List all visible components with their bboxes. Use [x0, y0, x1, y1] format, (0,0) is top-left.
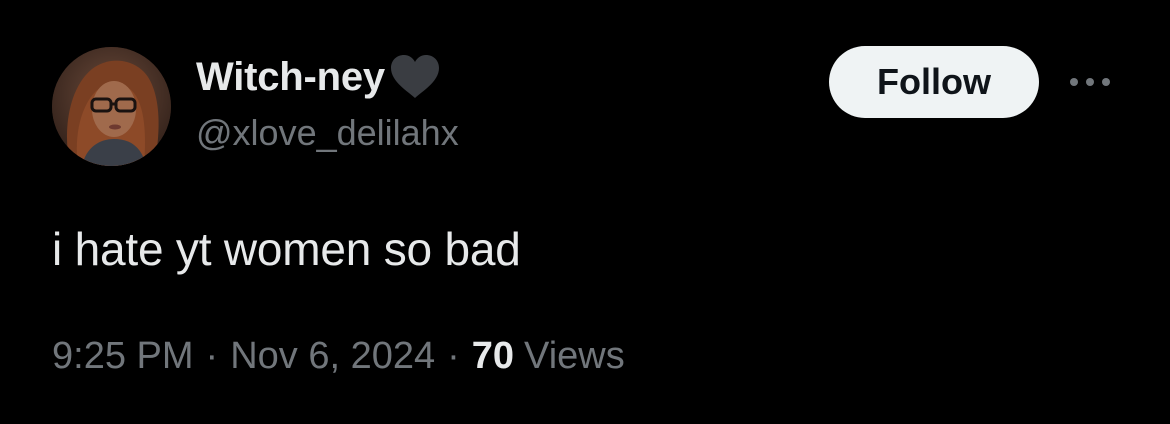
- more-options-button[interactable]: [1064, 66, 1116, 98]
- tweet-meta: 9:25 PM · Nov 6, 2024 · 70 Views: [52, 335, 625, 378]
- follow-button[interactable]: Follow: [829, 46, 1039, 118]
- tweet-date[interactable]: Nov 6, 2024: [230, 335, 435, 377]
- tweet-text: i hate yt women so bad: [52, 223, 521, 275]
- display-name-row[interactable]: Witch-ney: [196, 52, 459, 102]
- user-handle[interactable]: @xlove_delilahx: [196, 112, 459, 154]
- views-label: Views: [524, 335, 625, 377]
- views-count: 70: [471, 335, 515, 377]
- tweet-time[interactable]: 9:25 PM: [52, 335, 194, 377]
- avatar[interactable]: [52, 47, 171, 166]
- user-info: Witch-ney @xlove_delilahx: [196, 52, 459, 154]
- meta-separator: ·: [447, 335, 460, 377]
- meta-separator: ·: [205, 335, 219, 377]
- tweet-card: Witch-ney @xlove_delilahx Follow i hate …: [0, 0, 1170, 424]
- display-name[interactable]: Witch-ney: [196, 55, 385, 100]
- black-heart-icon: [387, 52, 443, 102]
- avatar-image: [52, 47, 171, 166]
- more-horizontal-icon: [1070, 78, 1110, 86]
